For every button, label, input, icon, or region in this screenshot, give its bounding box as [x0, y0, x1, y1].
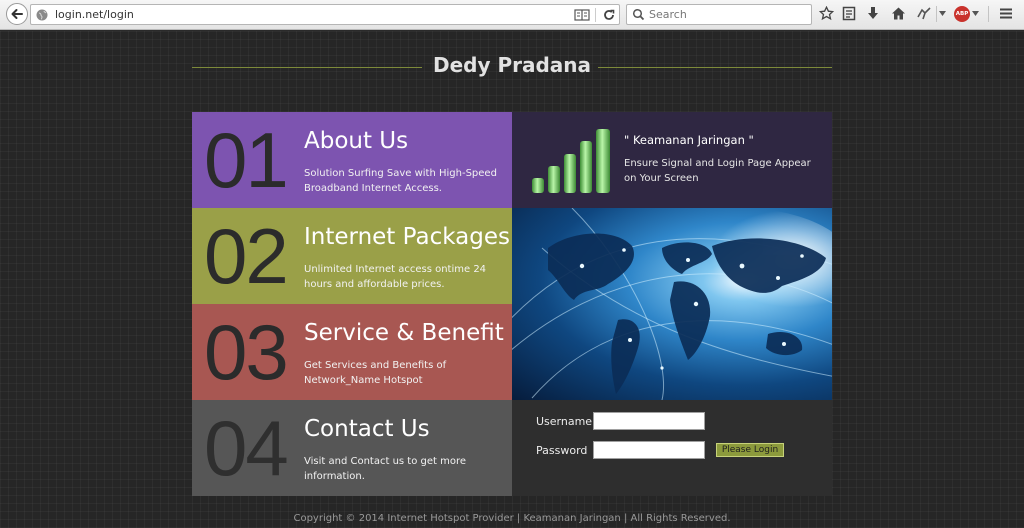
- addon-icon[interactable]: [916, 6, 932, 21]
- url-text[interactable]: login.net/login: [55, 8, 134, 21]
- adblock-plus-icon[interactable]: ABP: [954, 6, 970, 22]
- url-bar[interactable]: login.net/login: [30, 4, 620, 25]
- toolbar-divider: [988, 6, 989, 22]
- globe-icon: [36, 9, 48, 21]
- signal-strength-icon: [532, 129, 610, 193]
- password-label: Password: [536, 444, 588, 457]
- header-divider-right: [598, 67, 832, 68]
- reader-view-icon[interactable]: [574, 8, 590, 22]
- search-bar[interactable]: Search: [626, 4, 812, 25]
- login-panel: Username Password Please Login: [512, 400, 832, 496]
- security-description: Ensure Signal and Login Page Appear on Y…: [624, 158, 811, 184]
- tile-title[interactable]: Internet Packages: [304, 224, 510, 250]
- bookmark-star-icon[interactable]: [819, 6, 834, 21]
- tile-description: Unlimited Internet access ontime 24 hour…: [304, 264, 487, 290]
- login-button[interactable]: Please Login: [716, 443, 784, 457]
- site-title: Dedy Pradana: [432, 53, 592, 77]
- back-button[interactable]: [6, 3, 28, 25]
- tile-about-us[interactable]: 01 About Us Solution Surfing Save with H…: [192, 112, 512, 208]
- username-input[interactable]: [593, 412, 705, 430]
- home-icon[interactable]: [891, 6, 906, 21]
- tile-number: 01: [204, 116, 289, 204]
- tile-description: Get Services and Benefits of Network_Nam…: [304, 360, 447, 386]
- search-input[interactable]: Search: [649, 8, 687, 21]
- downloads-icon[interactable]: [866, 6, 880, 21]
- tile-number: 04: [204, 404, 289, 492]
- password-input[interactable]: [593, 441, 705, 459]
- hamburger-menu-icon[interactable]: [999, 6, 1013, 21]
- browser-toolbar: login.net/login Search ABP: [0, 0, 1024, 30]
- toolbar-divider: [936, 6, 937, 22]
- tile-number: 03: [204, 308, 289, 396]
- back-arrow-icon: [11, 9, 23, 19]
- tile-number: 02: [204, 212, 289, 300]
- tile-title[interactable]: About Us: [304, 128, 408, 154]
- tile-internet-packages[interactable]: 02 Internet Packages Unlimited Internet …: [192, 208, 512, 304]
- page-body: Dedy Pradana 01 About Us Solution Surfin…: [0, 31, 1024, 528]
- footer-copyright: Copyright © 2014 Internet Hotspot Provid…: [293, 513, 731, 524]
- header-divider-left: [192, 67, 422, 68]
- security-panel: " Keamanan Jaringan " Ensure Signal and …: [512, 112, 832, 208]
- search-icon: [632, 8, 645, 21]
- tile-title[interactable]: Contact Us: [304, 416, 430, 442]
- username-label: Username: [536, 415, 593, 428]
- url-bar-divider: [595, 8, 596, 22]
- reload-icon[interactable]: [602, 8, 616, 22]
- tile-description: Visit and Contact us to get more informa…: [304, 456, 467, 482]
- world-map-illustration: [512, 208, 832, 400]
- globe-network-image: [512, 208, 832, 400]
- tile-description: Solution Surfing Save with High-Speed Br…: [304, 168, 497, 194]
- tile-title[interactable]: Service & Benefit: [304, 320, 504, 346]
- chevron-down-icon[interactable]: [972, 11, 979, 16]
- bookmarks-menu-icon[interactable]: [842, 6, 856, 21]
- tile-contact-us[interactable]: 04 Contact Us Visit and Contact us to ge…: [192, 400, 512, 496]
- tile-service-benefit[interactable]: 03 Service & Benefit Get Services and Be…: [192, 304, 512, 400]
- chevron-down-icon[interactable]: [939, 11, 946, 16]
- content-grid: 01 About Us Solution Surfing Save with H…: [192, 112, 832, 496]
- security-title: " Keamanan Jaringan ": [624, 133, 754, 147]
